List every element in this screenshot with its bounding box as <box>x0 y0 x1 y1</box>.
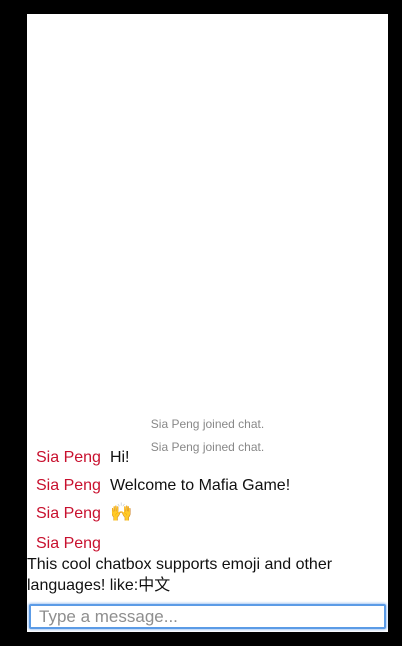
raised-hands-emoji: 🙌 <box>109 502 133 522</box>
message-text: Welcome to Mafia Game! <box>109 477 291 494</box>
system-message: Sia Peng joined chat. <box>150 417 265 431</box>
message-username: Sia Peng <box>36 505 101 522</box>
chat-window: Sia Peng joined chat. Sia Peng joined ch… <box>27 14 388 632</box>
message-username: Sia Peng <box>36 449 101 466</box>
message-text: This cool chatbox supports emoji and oth… <box>27 556 333 594</box>
message-username: Sia Peng <box>36 535 101 552</box>
message-list[interactable]: Sia Peng joined chat. Sia Peng joined ch… <box>27 14 388 600</box>
message-text: Hi! <box>109 449 130 466</box>
chat-message: Sia Peng 🙌 <box>36 502 132 524</box>
chat-message: Sia Peng Welcome to Mafia Game! <box>36 476 290 496</box>
message-composer <box>27 602 388 632</box>
chat-message: Sia Peng This cool chatbox supports emoj… <box>27 534 367 596</box>
chat-message: Sia Peng Hi! <box>36 448 130 468</box>
message-username: Sia Peng <box>36 477 101 494</box>
message-input[interactable] <box>29 604 386 629</box>
